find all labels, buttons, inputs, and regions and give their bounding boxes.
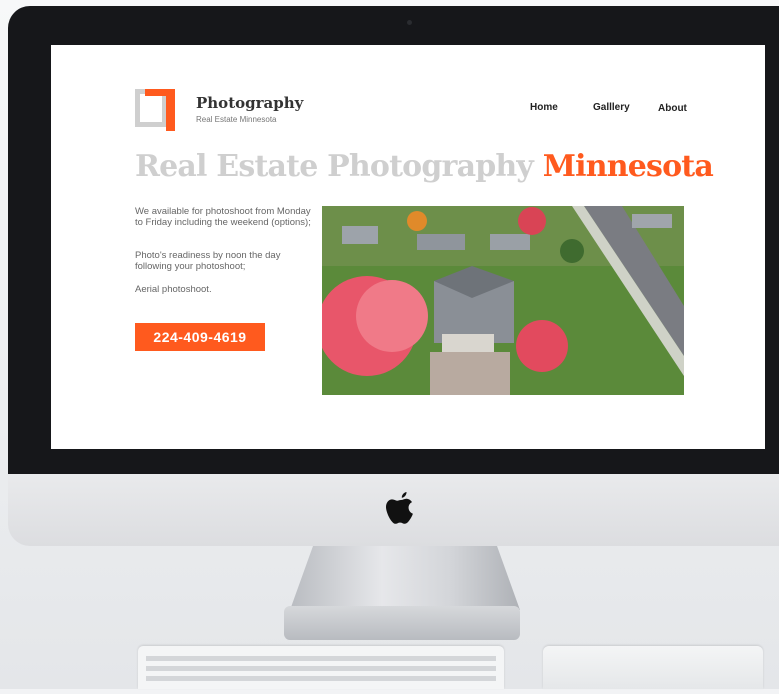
- description-readiness: Photo's readiness by noon the day follow…: [135, 250, 281, 272]
- logo-icon: [135, 89, 175, 131]
- trackpad: [543, 646, 763, 689]
- description-aerial: Aerial photoshoot.: [135, 284, 212, 295]
- imac-monitor: Photography Real Estate Minnesota Home G…: [8, 6, 779, 546]
- hero-title-accent: Minnesota: [542, 149, 714, 184]
- phone-button[interactable]: 224-409-4619: [135, 323, 265, 351]
- keyboard: [138, 646, 504, 689]
- brand-subtitle: Real Estate Minnesota: [196, 115, 277, 124]
- monitor-stand-base: [284, 606, 520, 640]
- hero-title: Real Estate Photography Minnesota: [135, 149, 714, 184]
- monitor-stand-neck: [290, 546, 520, 610]
- apple-icon: [386, 492, 413, 524]
- hero-title-main: Real Estate Photography: [135, 149, 534, 184]
- camera-icon: [407, 20, 412, 25]
- description-availability: We available for photoshoot from Monday …: [135, 206, 311, 228]
- nav-home[interactable]: Home: [530, 102, 558, 113]
- nav-about[interactable]: About: [658, 103, 687, 114]
- nav-gallery[interactable]: Galllery: [593, 102, 630, 113]
- aerial-house-photo: [322, 206, 684, 395]
- website-screen: Photography Real Estate Minnesota Home G…: [51, 45, 765, 449]
- keyboard-keys: [146, 656, 496, 681]
- brand-title[interactable]: Photography: [196, 94, 303, 112]
